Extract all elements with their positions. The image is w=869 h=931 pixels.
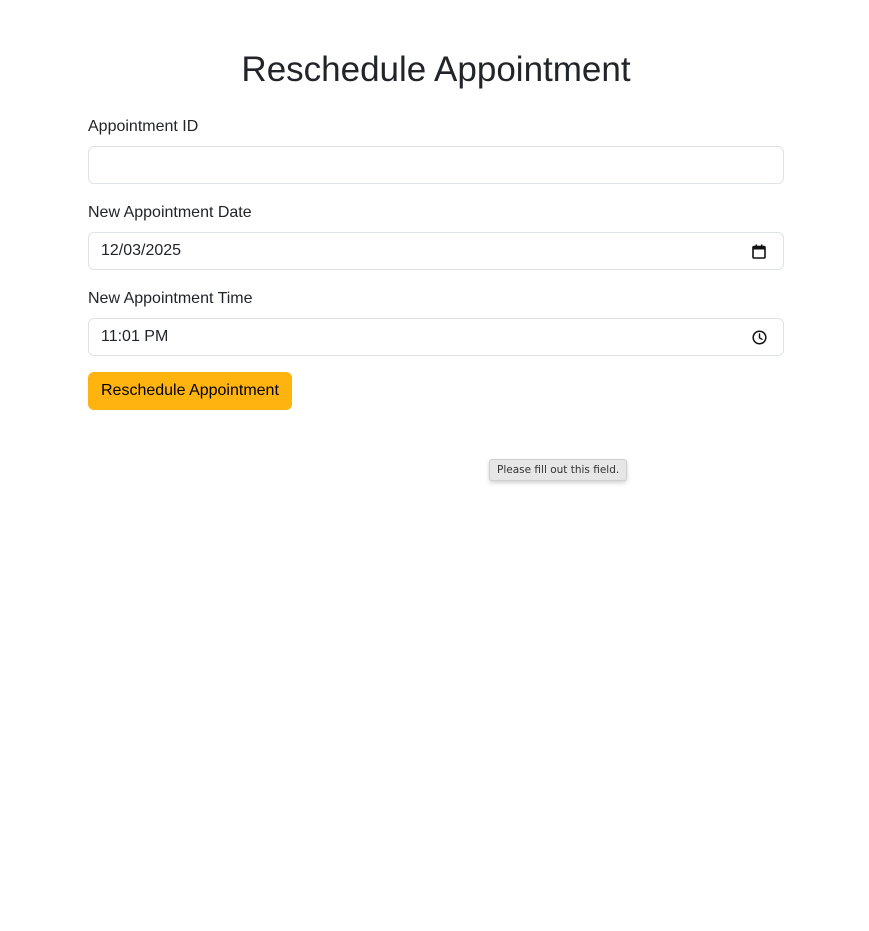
page-title: Reschedule Appointment xyxy=(241,50,631,89)
time-input[interactable]: 11:01 PM xyxy=(88,318,784,356)
appointment-id-label: Appointment ID xyxy=(88,118,199,135)
appointment-id-input[interactable] xyxy=(88,146,784,184)
clock-icon[interactable] xyxy=(751,329,767,345)
date-input[interactable]: 12/03/2025 xyxy=(88,232,784,270)
validation-tooltip: Please fill out this field. xyxy=(489,459,628,481)
time-value: 11:01 PM xyxy=(101,328,169,345)
time-label: New Appointment Time xyxy=(88,290,253,307)
reschedule-button[interactable]: Reschedule Appointment xyxy=(88,372,292,410)
date-value: 12/03/2025 xyxy=(101,242,182,259)
date-label: New Appointment Date xyxy=(88,204,252,221)
calendar-icon[interactable] xyxy=(751,243,767,259)
